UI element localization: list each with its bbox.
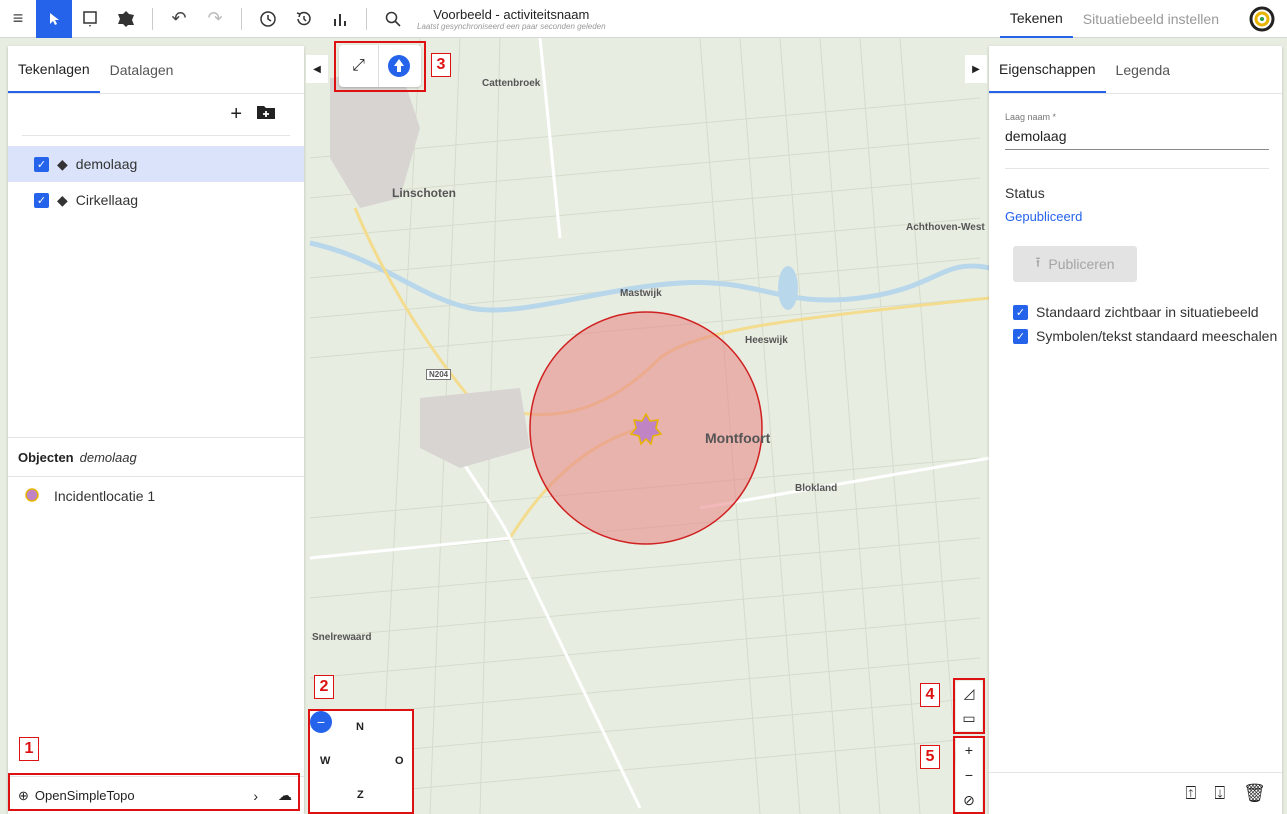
import-icon[interactable]: ⍗ <box>1214 783 1225 804</box>
activity-title: Voorbeeld - activiteitsnaam <box>433 6 590 22</box>
history-icon[interactable] <box>286 0 322 38</box>
map-label-linschoten: Linschoten <box>392 186 457 200</box>
checkbox-icon[interactable]: ✓ <box>1013 328 1028 344</box>
annotation-label-4: 4 <box>920 683 940 707</box>
annotation-box-2 <box>308 709 414 814</box>
map-label-montfoort: Montfoort <box>705 430 771 446</box>
annotation-label-5: 5 <box>920 745 940 769</box>
collapse-right-panel-icon[interactable]: ▶ <box>965 55 987 83</box>
delete-icon[interactable]: 🗑 <box>1243 783 1266 804</box>
mode-tabs: Tekenen Situatiebeeld instellen <box>999 0 1287 38</box>
add-layer-icon[interactable]: + <box>230 103 242 126</box>
object-item[interactable]: Incidentlocatie 1 <box>8 482 304 510</box>
layers-icon: ◆ <box>57 191 68 208</box>
checkbox-label: Symbolen/tekst standaard meeschalen <box>1036 328 1278 344</box>
map-label-heeswijk: Heeswijk <box>745 335 788 346</box>
objects-title: Objecten <box>18 449 74 465</box>
objects-layer-name: demolaag <box>79 449 137 465</box>
collapse-left-panel-icon[interactable]: ◀ <box>306 55 328 83</box>
layer-label: Cirkellaag <box>75 192 139 208</box>
top-toolbar: ≡ ↶ ↷ Voorbeeld - activiteitsnaam Laatst… <box>0 0 1287 38</box>
layer-name-field[interactable]: demolaag <box>1005 128 1269 150</box>
layer-label: demolaag <box>75 156 138 172</box>
publish-button[interactable]: ⭱ Publiceren <box>1013 246 1137 282</box>
toolbar-divider <box>366 7 367 30</box>
tab-situatiebeeld[interactable]: Situatiebeeld instellen <box>1073 0 1229 38</box>
incident-marker-icon <box>24 487 40 506</box>
objects-header: Objecten demolaag <box>8 437 304 477</box>
checkbox-default-visible[interactable]: ✓ Standaard zichtbaar in situatiebeeld <box>1013 304 1259 320</box>
left-panel-tabs: Tekenlagen Datalagen <box>8 46 304 94</box>
map-label-mastwijk: Mastwijk <box>620 288 662 299</box>
tab-legenda[interactable]: Legenda <box>1106 46 1181 93</box>
layer-name-label: Laag naam * <box>1005 112 1057 122</box>
pointer-icon[interactable] <box>36 0 72 38</box>
annotation-box-4 <box>953 678 985 734</box>
polygon-icon[interactable] <box>108 0 144 38</box>
status-value: Gepubliceerd <box>1005 209 1083 224</box>
checkbox-icon[interactable]: ✓ <box>1013 304 1028 320</box>
toolbar-divider <box>241 7 242 30</box>
right-panel-tabs: Eigenschappen Legenda <box>989 46 1282 94</box>
tab-tekenen[interactable]: Tekenen <box>999 0 1073 38</box>
clock-icon[interactable] <box>250 0 286 38</box>
annotation-label-1: 1 <box>19 737 39 761</box>
checkbox-icon[interactable]: ✓ <box>34 156 49 172</box>
annotation-box-3 <box>334 41 426 92</box>
checkbox-scale-symbols[interactable]: ✓ Symbolen/tekst standaard meeschalen <box>1013 328 1277 344</box>
add-folder-icon[interactable] <box>256 103 276 126</box>
checkbox-icon[interactable]: ✓ <box>34 192 49 208</box>
annotation-label-2: 2 <box>314 675 334 699</box>
rectangle-icon[interactable] <box>72 0 108 38</box>
right-panel-actions: ⍐ ⍗ 🗑 <box>989 772 1282 814</box>
annotation-box-5 <box>953 736 985 814</box>
object-label: Incidentlocatie 1 <box>54 488 156 504</box>
right-panel: Eigenschappen Legenda Laag naam * demola… <box>989 46 1282 814</box>
layer-item-demolaag[interactable]: ✓ ◆ demolaag <box>8 146 304 182</box>
layer-actions: + <box>22 94 290 136</box>
app-logo-icon <box>1243 0 1281 38</box>
toolbar-divider <box>152 7 153 30</box>
activity-title-block: Voorbeeld - activiteitsnaam Laatst gesyn… <box>417 7 606 31</box>
undo-icon[interactable]: ↶ <box>161 0 197 38</box>
divider <box>1005 168 1269 169</box>
publish-icon: ⭱ <box>1035 254 1041 270</box>
layers-icon: ◆ <box>57 155 68 172</box>
map-label-blokland: Blokland <box>795 483 838 494</box>
annotation-box-1 <box>8 773 300 811</box>
publish-label: Publiceren <box>1048 256 1115 272</box>
annotation-label-3: 3 <box>431 53 451 77</box>
checkbox-label: Standaard zichtbaar in situatiebeeld <box>1036 304 1259 320</box>
left-panel: Tekenlagen Datalagen + ✓ ◆ demolaag ✓ ◆ … <box>8 46 304 814</box>
redo-icon[interactable]: ↷ <box>197 0 233 38</box>
tab-datalagen[interactable]: Datalagen <box>100 46 184 93</box>
sync-status: Laatst gesynchroniseerd een paar seconde… <box>417 21 606 31</box>
search-icon[interactable] <box>375 0 411 38</box>
status-label: Status <box>1005 185 1045 201</box>
menu-icon[interactable]: ≡ <box>0 0 36 38</box>
export-icon[interactable]: ⍐ <box>1186 783 1197 804</box>
map-label-snelrewaard: Snelrewaard <box>312 632 372 643</box>
layer-item-cirkellaag[interactable]: ✓ ◆ Cirkellaag <box>8 182 304 218</box>
chart-icon[interactable] <box>322 0 358 38</box>
map-label-achthoven-west: Achthoven-West <box>906 222 985 233</box>
tab-tekenlagen[interactable]: Tekenlagen <box>8 46 100 93</box>
tab-eigenschappen[interactable]: Eigenschappen <box>989 46 1106 93</box>
map-label-n204: N204 <box>426 369 452 380</box>
map-label-cattenbroek: Cattenbroek <box>482 78 541 89</box>
